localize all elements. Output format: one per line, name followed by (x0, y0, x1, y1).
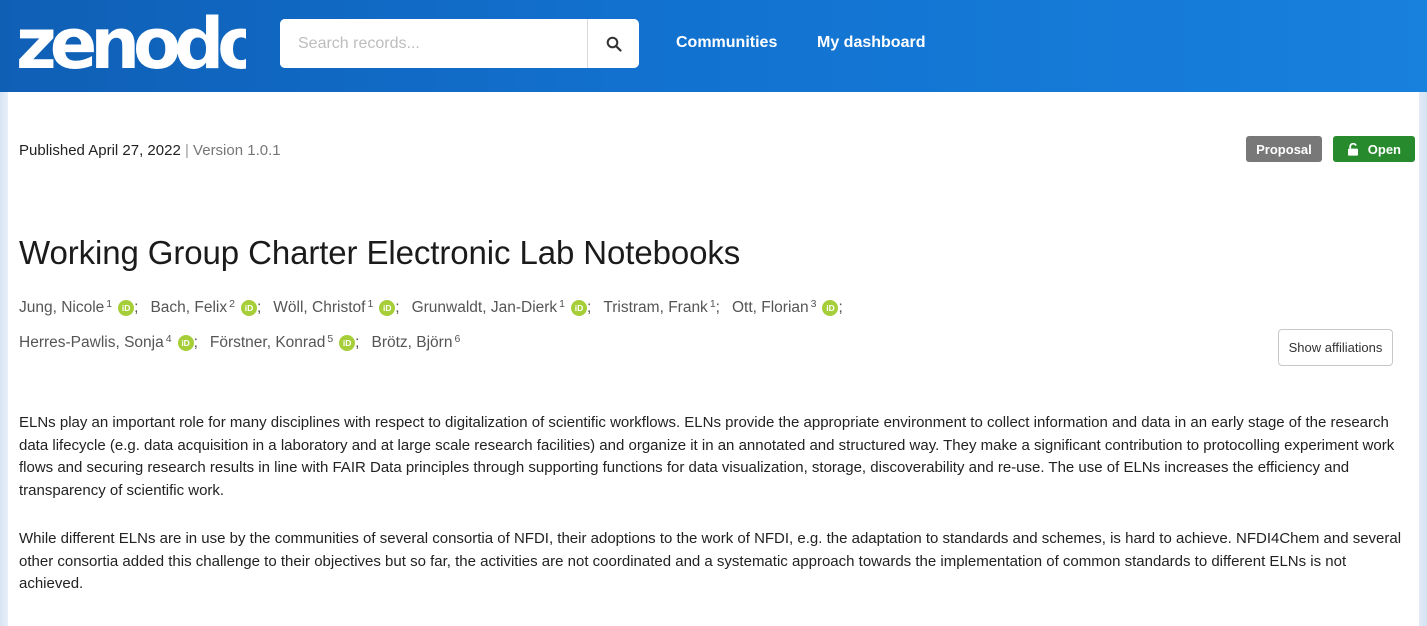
orcid-icon[interactable] (571, 300, 588, 316)
affiliation-number: 1 (367, 298, 374, 310)
published-date: Published April 27, 2022 (19, 142, 181, 159)
show-affiliations-button[interactable]: Show affiliations (1278, 329, 1393, 366)
search-icon (606, 36, 622, 52)
creators-line-2: Herres-Pawlis, Sonja4; Förstner, Konrad5… (19, 333, 1059, 352)
version-label: Version 1.0.1 (193, 142, 281, 159)
author-link[interactable]: Wöll, Christof 1 (273, 298, 396, 317)
affiliation-number: 1 (709, 298, 716, 310)
search-button[interactable] (587, 19, 639, 68)
access-status-label: Open (1367, 141, 1401, 157)
author-link[interactable]: Herres-Pawlis, Sonja 4 (19, 333, 194, 352)
author-link[interactable]: Förstner, Konrad 5 (210, 333, 356, 352)
search-box (280, 19, 639, 68)
affiliation-number: 2 (229, 298, 235, 310)
zenodo-logo[interactable]: zenodo (16, 8, 246, 78)
search-input[interactable] (280, 19, 587, 68)
abstract-paragraph: While different ELNs are in use by the c… (19, 530, 1402, 593)
author-link[interactable]: Grunwaldt, Jan-Dierk 1 (412, 298, 588, 317)
nav-my-dashboard[interactable]: My dashboard (817, 34, 925, 52)
meta-separator: | (184, 142, 189, 159)
publication-meta: Published April 27, 2022 | Version 1.0.1 (19, 142, 281, 159)
author-link[interactable]: Tristram, Frank 1 (603, 298, 716, 317)
affiliation-number: 3 (810, 298, 817, 310)
orcid-icon[interactable] (822, 300, 839, 316)
abstract-paragraph: ELNs play an important role for many dis… (19, 414, 1395, 500)
unlock-icon (1347, 142, 1358, 156)
affiliation-number: 1 (106, 298, 113, 310)
affiliation-number: 4 (165, 333, 172, 345)
author-link[interactable]: Ott, Florian 3 (732, 298, 839, 317)
affiliation-number: 1 (559, 298, 566, 310)
header-bar: zenodo Communities My dashboard (0, 0, 1427, 92)
resource-type-badge: Proposal (1246, 136, 1322, 162)
author-link[interactable]: Bach, Felix 2 (150, 298, 257, 317)
author-link[interactable]: Brötz, Björn 6 (371, 333, 461, 352)
nav-communities[interactable]: Communities (676, 34, 777, 52)
affiliation-number: 5 (327, 333, 334, 345)
orcid-icon[interactable] (177, 335, 194, 351)
zenodo-logo-mark: zenodo (16, 8, 246, 78)
creators-line-1: Jung, Nicole1; Bach, Felix2; Wöll, Chris… (19, 298, 1059, 317)
svg-text:zenodo: zenodo (16, 8, 246, 78)
record-title: Working Group Charter Electronic Lab Not… (19, 234, 741, 271)
orcid-icon[interactable] (339, 335, 356, 351)
affiliation-number: 6 (454, 333, 461, 345)
access-status-badge: Open (1332, 136, 1415, 162)
orcid-icon[interactable] (379, 300, 396, 316)
resource-type-label: Proposal (1256, 141, 1312, 157)
author-link[interactable]: Jung, Nicole 1 (19, 298, 135, 317)
record-badges: Proposal Open (1246, 136, 1415, 162)
orcid-icon[interactable] (240, 300, 257, 316)
orcid-icon[interactable] (118, 300, 135, 316)
